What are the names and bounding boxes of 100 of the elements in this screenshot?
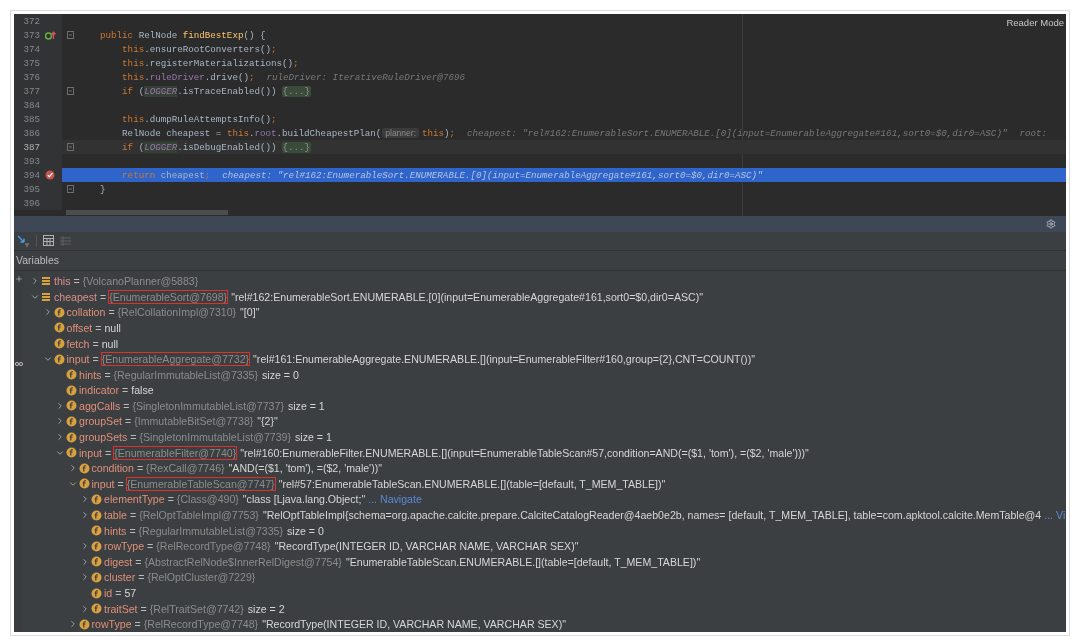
equals-sign: =: [129, 524, 136, 537]
variable-name: offset: [66, 321, 93, 334]
variable-value: "rel#57:EnumerableTableScan.ENUMERABLE.[](table=[default, T_MEM_TABLE])": [278, 477, 666, 490]
fold-icon[interactable]: [66, 31, 74, 39]
variable-name: rowType: [91, 618, 132, 631]
field-icon: [91, 493, 102, 505]
field-icon: [91, 587, 102, 599]
field-icon: [53, 322, 65, 334]
variable-value: "RelOptTableImpl{schema=org.apache.calcite.prepare.CalciteCatalogReader@4aeb0e2b, names= [default, T_MEM_TABLE], table=com.apktool.calcite.MemTable@4: [262, 509, 1042, 522]
fold-icon[interactable]: [66, 185, 74, 193]
variable-value: null: [104, 321, 121, 334]
variable-icon: [41, 291, 51, 302]
equals-sign: =: [147, 540, 154, 553]
field-icon: [91, 540, 102, 552]
line-number: 376: [22, 71, 40, 83]
variable-name: input: [91, 477, 115, 490]
variable-name: id: [104, 587, 113, 599]
table-icon[interactable]: [43, 235, 54, 247]
object-type: {EnumerableFilter@7740}: [114, 446, 237, 459]
code-text: if (LOGGER.isDebugEnabled()): [121, 141, 277, 153]
line-number: 377: [22, 85, 40, 97]
variable-value: size = 1: [287, 399, 325, 412]
equals-sign: =: [117, 477, 124, 490]
step-into-icon[interactable]: [16, 234, 30, 247]
equals-sign: =: [135, 555, 142, 568]
field-icon: [66, 400, 77, 412]
line-number: 373: [22, 29, 40, 41]
equals-sign: =: [140, 602, 147, 615]
variable-value: size = 1: [295, 431, 332, 444]
add-icon[interactable]: [14, 275, 23, 284]
folded-code[interactable]: {...}: [281, 141, 312, 153]
fold-icon[interactable]: [66, 143, 74, 151]
variable-value: "RecordType(INTEGER ID, VARCHAR NAME, VARCHAR SEX)": [274, 540, 579, 553]
code-text: this.ruleDriver.drive();: [121, 71, 255, 83]
settings-icon[interactable]: [1046, 218, 1056, 229]
variable-name: this: [54, 275, 71, 288]
field-icon: [66, 416, 77, 427]
scrollbar-thumb[interactable]: [66, 210, 228, 215]
equals-sign: =: [92, 337, 99, 350]
variable-name: cheapest: [54, 290, 97, 303]
field-icon: [53, 306, 65, 318]
inline-value-hint: ruleDriver: IterativeRuleDriver@7696: [266, 71, 465, 83]
breakpoint-icon[interactable]: [45, 170, 55, 180]
field-icon: [91, 525, 102, 537]
equals-sign: =: [104, 368, 111, 381]
field-icon: [91, 509, 102, 521]
object-type: {RelTraitSet@7742}: [149, 602, 244, 615]
variable-value: size = 2: [247, 602, 285, 615]
variable-value: "rel#160:EnumerableFilter.ENUMERABLE.[](input=EnumerableTableScan#57,condition=AND(=($1, 'tom'), =($2, 'male')))": [240, 446, 809, 459]
line-number: 394: [22, 169, 40, 181]
navigate-link[interactable]: ... Navigate: [368, 493, 422, 506]
field-icon: [91, 556, 102, 568]
field-icon: [66, 384, 77, 396]
variable-value: "class [Ljava.lang.Object;": [242, 493, 366, 506]
variable-value: "{2}": [257, 415, 278, 428]
code-text: if (LOGGER.isTraceEnabled()): [121, 85, 277, 97]
variable-icon: [41, 276, 51, 287]
object-type: {RegularImmutableList@7335}: [138, 524, 284, 537]
object-type: {RelOptCluster@7229}: [147, 571, 256, 584]
variable-name: digest: [104, 555, 133, 568]
variable-value: "AND(=($1, 'tom'), =($2, 'male'))": [228, 462, 382, 475]
equals-sign: =: [136, 462, 144, 475]
equals-sign: =: [125, 415, 132, 428]
variable-value: false: [131, 384, 154, 397]
object-type: {RegularImmutableList@7335}: [113, 368, 259, 381]
reader-mode-link[interactable]: Reader Mode: [1006, 17, 1064, 28]
field-icon: [66, 431, 77, 443]
variable-value: "RecordType(INTEGER ID, VARCHAR NAME, VARCHAR SEX)": [262, 618, 566, 631]
variable-name: table: [104, 509, 127, 522]
object-type: {SingletonImmutableList@7737}: [132, 399, 284, 412]
navigate-link[interactable]: ... Vi: [1044, 509, 1066, 522]
variable-name: hints: [79, 368, 102, 381]
equals-sign: =: [108, 306, 115, 319]
variable-name: indicator: [79, 384, 120, 397]
equals-sign: =: [138, 571, 145, 584]
object-type: {RelRecordType@7748}: [143, 618, 259, 631]
code-text: public RelNode findBestExp() {: [99, 29, 266, 41]
code-text: return cheapest;: [121, 169, 211, 181]
variable-value: "[0]": [240, 306, 260, 319]
equals-sign: =: [115, 587, 122, 599]
line-number: 386: [22, 127, 40, 139]
variable-value: size = 0: [262, 368, 299, 381]
equals-sign: =: [130, 509, 137, 522]
watch-icon[interactable]: [14, 361, 23, 368]
parameter-hint: planner:: [382, 128, 419, 138]
line-number: 395: [22, 183, 40, 195]
equals-sign: =: [105, 446, 112, 459]
folded-code[interactable]: {...}: [281, 85, 312, 97]
inline-value-hint: cheapest: "rel#162:EnumerableSort.ENUMERABLE.[0](input=EnumerableAggregate#161,sort0=$0,dir0=ASC)": [467, 127, 1008, 139]
equals-sign: =: [92, 353, 99, 366]
code-text: this.ensureRootConverters();: [121, 43, 277, 55]
equals-sign: =: [73, 275, 80, 288]
variable-name: rowType: [104, 540, 145, 553]
equals-sign: =: [130, 431, 137, 444]
line-number: 385: [22, 113, 40, 125]
variable-name: aggCalls: [79, 399, 121, 412]
variable-value: 57: [124, 587, 137, 599]
variable-name: collation: [66, 306, 106, 319]
variable-name: input: [79, 446, 102, 459]
fold-icon[interactable]: [66, 87, 74, 95]
